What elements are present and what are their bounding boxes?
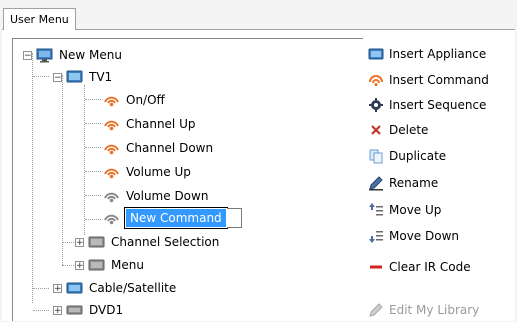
rename-input-border — [226, 208, 242, 228]
clear-ir-code-button[interactable]: Clear IR Code — [368, 255, 471, 279]
rename-button[interactable]: Rename — [368, 171, 438, 195]
ir-signal-gray-icon — [103, 211, 120, 225]
appliance-icon — [368, 46, 384, 62]
tree-node-label: New Menu — [59, 48, 122, 62]
tree-connector — [85, 123, 101, 124]
ir-signal-icon — [103, 117, 120, 131]
rename-label: Rename — [389, 176, 439, 190]
tree-node-command[interactable]: Channel Up — [103, 113, 195, 135]
expand-icon[interactable]: + — [53, 283, 62, 293]
rename-input[interactable]: New Command — [124, 207, 228, 229]
tree-node-menu[interactable]: + Menu — [75, 254, 144, 276]
tree-node-command[interactable]: Channel Down — [103, 137, 213, 159]
tab-user-menu[interactable]: User Menu — [3, 8, 76, 30]
tree-connector — [85, 147, 101, 148]
move-down-button[interactable]: Move Down — [368, 224, 459, 248]
tree-connector — [84, 85, 85, 235]
tree-node-label: DVD1 — [89, 303, 124, 317]
delete-label: Delete — [389, 123, 429, 137]
tree-connector — [32, 53, 33, 303]
insert-sequence-label: Insert Sequence — [389, 98, 487, 112]
collapse-icon[interactable]: − — [53, 72, 62, 82]
tree-node-label: Volume Down — [126, 189, 209, 203]
ir-signal-icon — [103, 141, 120, 155]
tree-node-label: Volume Up — [126, 165, 191, 179]
menu-tree[interactable]: − New Menu − TV1 On/Off Channel Up Chann… — [12, 38, 363, 321]
minus-icon — [368, 259, 384, 275]
ir-signal-icon — [103, 165, 120, 179]
tree-connector — [85, 99, 101, 100]
tree-connector — [33, 76, 49, 77]
tree-node-tv1[interactable]: − TV1 — [53, 66, 112, 88]
ir-signal-icon — [368, 72, 384, 88]
folder-gray-icon — [88, 258, 105, 272]
tree-node-command[interactable]: Volume Down — [103, 185, 208, 207]
tree-connector — [62, 242, 74, 243]
edit-my-library-button[interactable]: Edit My Library — [368, 298, 479, 322]
folder-gray-icon — [88, 235, 105, 249]
tree-connector — [62, 75, 63, 265]
monitor-icon — [36, 48, 53, 63]
ir-signal-gray-icon — [103, 189, 120, 203]
tree-node-label: Channel Down — [126, 141, 214, 155]
tree-node-label: On/Off — [126, 93, 165, 107]
delete-x-icon — [368, 122, 384, 138]
clear-ir-code-label: Clear IR Code — [389, 260, 471, 274]
tv-icon — [66, 70, 83, 84]
duplicate-button[interactable]: Duplicate — [368, 144, 446, 168]
tree-connector — [85, 171, 101, 172]
tree-connector — [33, 288, 49, 289]
insert-appliance-button[interactable]: Insert Appliance — [368, 42, 486, 66]
ir-signal-icon — [103, 93, 120, 107]
tab-strip: User Menu — [0, 0, 517, 30]
tree-connector — [85, 219, 101, 220]
expand-icon[interactable]: + — [53, 305, 62, 315]
tree-connector — [62, 265, 74, 266]
tree-connector — [85, 195, 101, 196]
tree-node-label: Menu — [111, 258, 144, 272]
pencil-icon — [368, 175, 384, 191]
duplicate-icon — [368, 148, 384, 164]
edit-my-library-label: Edit My Library — [389, 303, 480, 317]
move-down-label: Move Down — [389, 229, 459, 243]
duplicate-label: Duplicate — [389, 149, 447, 163]
tree-node-label: Channel Up — [126, 117, 196, 131]
move-up-button[interactable]: Move Up — [368, 198, 441, 222]
tree-node-label: TV1 — [89, 70, 113, 84]
gear-icon — [368, 97, 384, 113]
tree-node-new-menu[interactable]: − New Menu — [23, 44, 122, 66]
tree-node-label: Channel Selection — [111, 235, 220, 249]
delete-button[interactable]: Delete — [368, 118, 428, 142]
expand-icon[interactable]: + — [75, 260, 84, 270]
insert-command-label: Insert Command — [389, 73, 489, 87]
insert-appliance-label: Insert Appliance — [389, 47, 487, 61]
move-down-icon — [368, 228, 384, 244]
insert-sequence-button[interactable]: Insert Sequence — [368, 93, 486, 117]
expand-icon[interactable]: + — [75, 237, 84, 247]
tree-node-cable-satellite[interactable]: + Cable/Satellite — [53, 277, 176, 299]
tree-node-channel-selection[interactable]: + Channel Selection — [75, 231, 219, 253]
appliance-gray-icon — [66, 303, 83, 317]
tree-node-command-editing[interactable]: New Command — [103, 207, 242, 229]
tree-node-command[interactable]: Volume Up — [103, 161, 191, 183]
move-up-icon — [368, 202, 384, 218]
pencil-disabled-icon — [368, 302, 384, 318]
appliance-blue-icon — [66, 281, 83, 295]
tree-node-label: Cable/Satellite — [89, 281, 177, 295]
tree-node-command[interactable]: On/Off — [103, 89, 165, 111]
collapse-icon[interactable]: − — [23, 50, 32, 60]
insert-command-button[interactable]: Insert Command — [368, 68, 489, 92]
tree-node-dvd1[interactable]: + DVD1 — [53, 299, 123, 321]
move-up-label: Move Up — [389, 203, 442, 217]
tree-connector — [33, 310, 49, 311]
